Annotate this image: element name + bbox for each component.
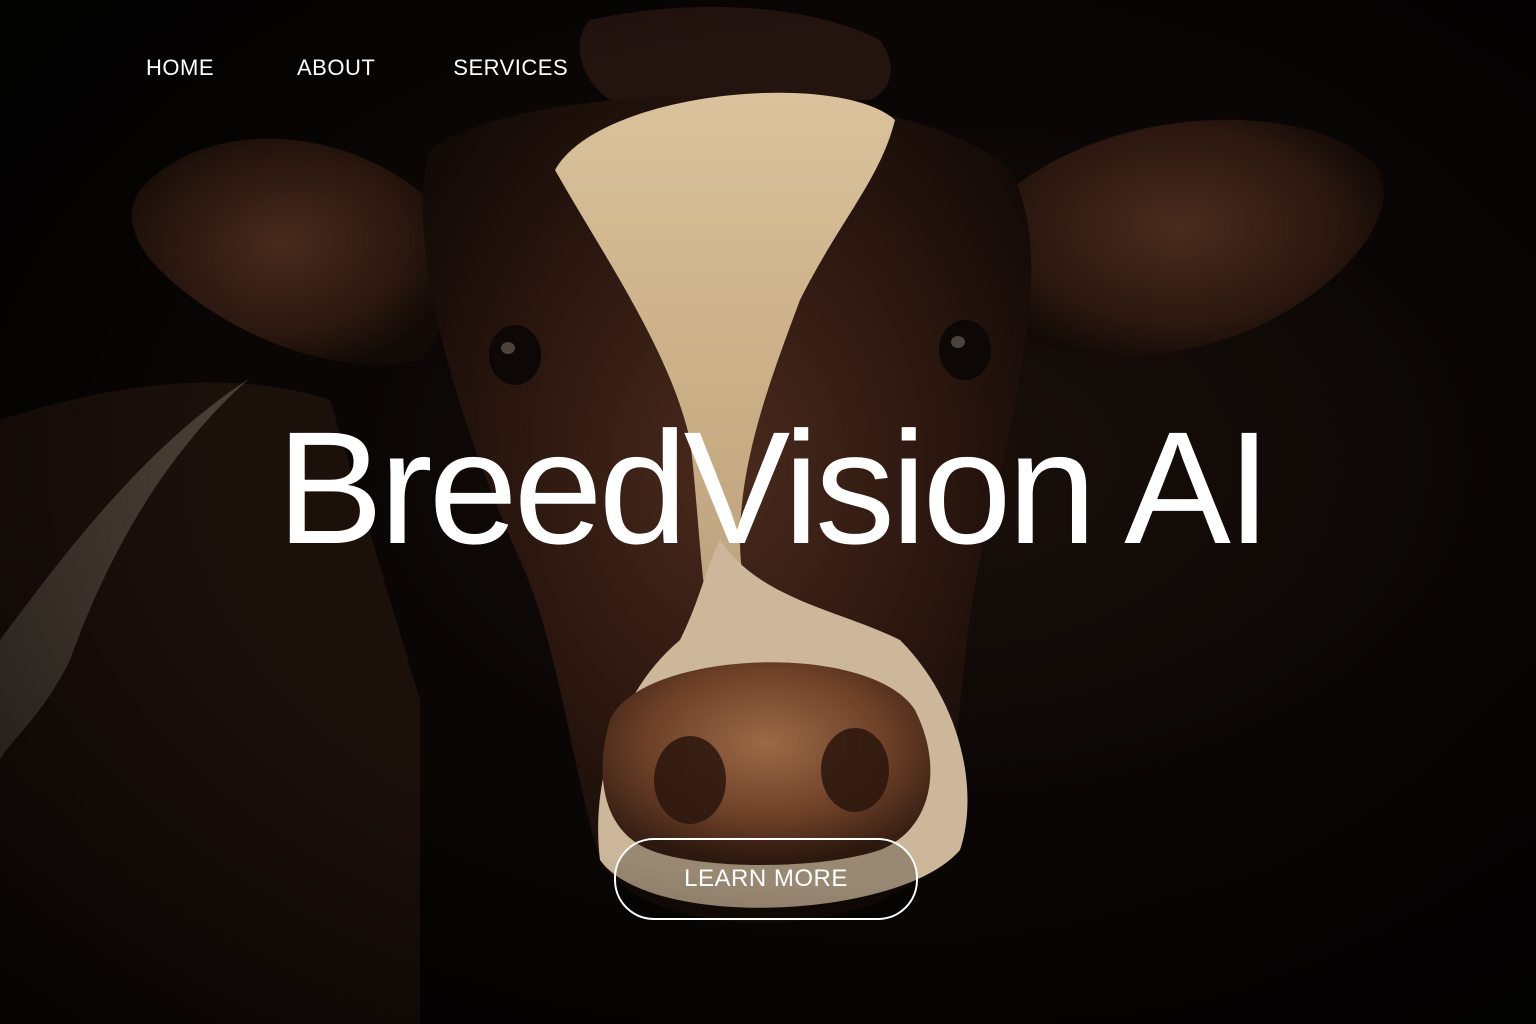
main-nav: HOME ABOUT SERVICES: [146, 54, 568, 82]
nav-services-link[interactable]: SERVICES: [453, 54, 568, 82]
learn-more-button[interactable]: LEARN MORE: [614, 838, 918, 920]
nav-home-link[interactable]: HOME: [146, 54, 214, 82]
hero-title: BreedVision AI: [276, 398, 1272, 577]
hero-section: HOME ABOUT SERVICES BreedVision AI LEARN…: [0, 0, 1536, 1024]
nav-about-link[interactable]: ABOUT: [297, 54, 375, 82]
